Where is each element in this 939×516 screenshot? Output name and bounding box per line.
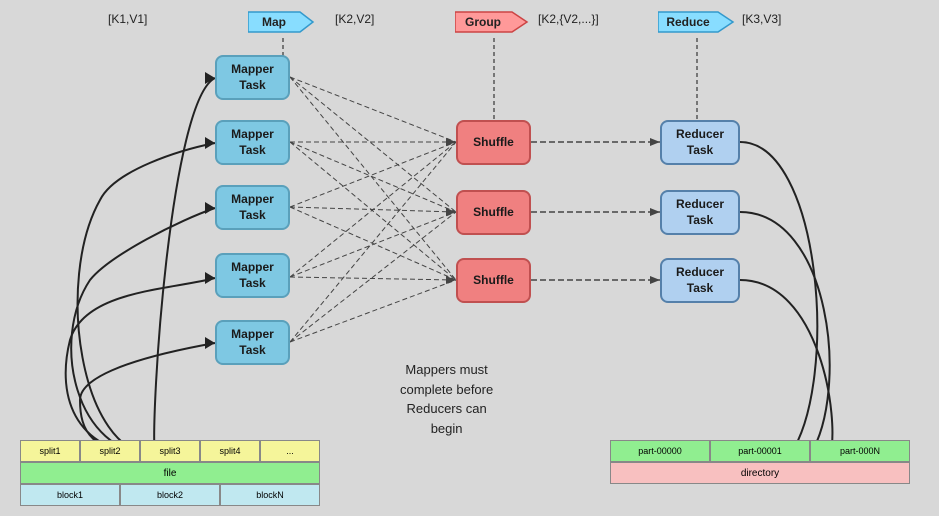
output-table: part-00000 part-00001 part-000N director…: [610, 440, 910, 484]
map-arrow: Map: [248, 8, 318, 39]
mapper-task-4: MapperTask: [215, 253, 290, 298]
k2v2-label: [K2,V2]: [335, 12, 374, 26]
k2v2group-label: [K2,{V2,...}]: [538, 12, 599, 26]
k1v1-label: [K1,V1]: [108, 12, 147, 26]
shuffle-3: Shuffle: [456, 258, 531, 303]
reducer-task-1: ReducerTask: [660, 120, 740, 165]
shuffle-1: Shuffle: [456, 120, 531, 165]
mapper-task-5: MapperTask: [215, 320, 290, 365]
mapper-task-2: MapperTask: [215, 120, 290, 165]
svg-text:Group: Group: [465, 15, 501, 29]
group-arrow: Group: [455, 8, 530, 39]
reduce-arrow: Reduce: [658, 8, 736, 39]
k3v3-label: [K3,V3]: [742, 12, 781, 26]
diagram: [K1,V1] Map [K2,V2] Group [K2,{V2,...}] …: [0, 0, 939, 516]
svg-text:Map: Map: [262, 15, 286, 29]
reducer-task-2: ReducerTask: [660, 190, 740, 235]
input-table: split1 split2 split3 split4 ... file blo…: [20, 440, 320, 506]
mapper-task-1: MapperTask: [215, 55, 290, 100]
mapper-task-3: MapperTask: [215, 185, 290, 230]
shuffle-2: Shuffle: [456, 190, 531, 235]
reducer-task-3: ReducerTask: [660, 258, 740, 303]
svg-text:Reduce: Reduce: [666, 15, 710, 29]
mappers-note: Mappers mustcomplete beforeReducers canb…: [400, 360, 493, 438]
